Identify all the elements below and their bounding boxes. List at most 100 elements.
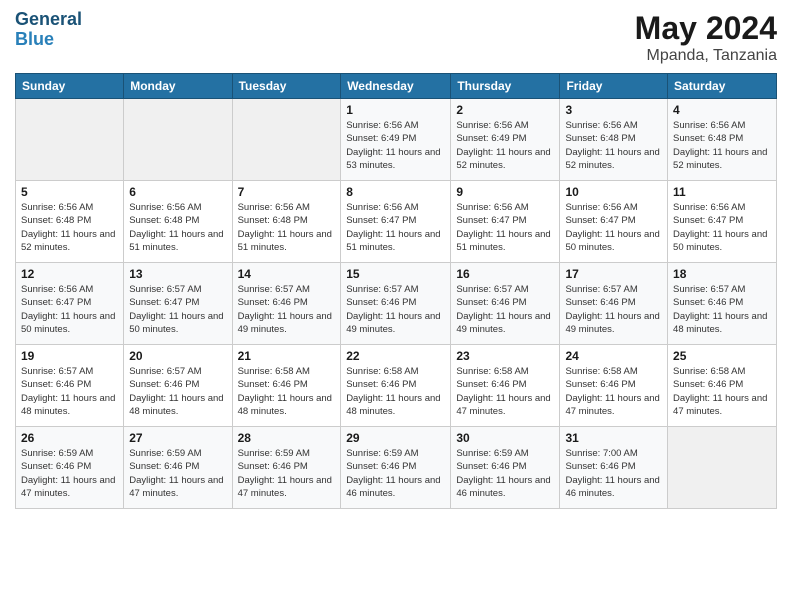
header-wednesday: Wednesday (341, 74, 451, 99)
calendar-cell (124, 99, 232, 181)
day-info: Sunrise: 6:57 AM Sunset: 6:46 PM Dayligh… (565, 283, 662, 336)
calendar-cell: 27 Sunrise: 6:59 AM Sunset: 6:46 PM Dayli… (124, 427, 232, 509)
calendar-table: Sunday Monday Tuesday Wednesday Thursday… (15, 73, 777, 509)
calendar-cell: 6 Sunrise: 6:56 AM Sunset: 6:48 PM Daylig… (124, 181, 232, 263)
day-number: 16 (456, 267, 554, 281)
week-row-1: 1 Sunrise: 6:56 AM Sunset: 6:49 PM Daylig… (16, 99, 777, 181)
day-info: Sunrise: 6:59 AM Sunset: 6:46 PM Dayligh… (129, 447, 226, 500)
calendar-cell (232, 99, 341, 181)
calendar-cell: 20Sunrise: 6:57 AM Sunset: 6:46 PM Dayli… (124, 345, 232, 427)
day-info: Sunrise: 6:57 AM Sunset: 6:46 PM Dayligh… (456, 283, 554, 336)
day-info: Sunrise: 6:59 AM Sunset: 6:46 PM Dayligh… (346, 447, 445, 500)
day-number: 4 (673, 103, 771, 117)
week-row-4: 19 Sunrise: 6:57 AM Sunset: 6:46 PM Dayli… (16, 345, 777, 427)
calendar-cell: 5 Sunrise: 6:56 AM Sunset: 6:48 PM Daylig… (16, 181, 124, 263)
day-info: Sunrise: 6:57 AM Sunset: 6:46 PM Dayligh… (673, 283, 771, 336)
calendar-cell: 25Sunrise: 6:58 AM Sunset: 6:46 PM Dayli… (668, 345, 777, 427)
calendar-cell: 22 Sunrise: 6:58 AM Sunset: 6:46 PM Dayli… (341, 345, 451, 427)
day-info: Sunrise: 6:56 AM Sunset: 6:48 PM Dayligh… (129, 201, 226, 254)
calendar-cell: 1 Sunrise: 6:56 AM Sunset: 6:49 PM Daylig… (341, 99, 451, 181)
day-number: 14 (238, 267, 336, 281)
day-number: 30 (456, 431, 554, 445)
day-number: 29 (346, 431, 445, 445)
day-number: 23 (456, 349, 554, 363)
day-info: Sunrise: 6:56 AM Sunset: 6:49 PM Dayligh… (456, 119, 554, 172)
calendar-cell: 26 Sunrise: 6:59 AM Sunset: 6:46 PM Dayli… (16, 427, 124, 509)
calendar-cell: 11 Sunrise: 6:56 AM Sunset: 6:47 PM Dayli… (668, 181, 777, 263)
calendar-cell: 7Sunrise: 6:56 AM Sunset: 6:48 PM Daylig… (232, 181, 341, 263)
day-number: 18 (673, 267, 771, 281)
calendar-cell: 24 Sunrise: 6:58 AM Sunset: 6:46 PM Dayli… (560, 345, 668, 427)
calendar-cell: 12 Sunrise: 6:56 AM Sunset: 6:47 PM Dayli… (16, 263, 124, 345)
day-number: 26 (21, 431, 118, 445)
day-number: 10 (565, 185, 662, 199)
calendar-cell (668, 427, 777, 509)
day-number: 5 (21, 185, 118, 199)
location: Mpanda, Tanzania (635, 47, 777, 65)
day-info: Sunrise: 6:58 AM Sunset: 6:46 PM Dayligh… (456, 365, 554, 418)
day-number: 27 (129, 431, 226, 445)
day-info: Sunrise: 6:57 AM Sunset: 6:46 PM Dayligh… (238, 283, 336, 336)
day-info: Sunrise: 6:58 AM Sunset: 6:46 PM Dayligh… (238, 365, 336, 418)
day-number: 21 (238, 349, 336, 363)
day-info: Sunrise: 6:57 AM Sunset: 6:47 PM Dayligh… (129, 283, 226, 336)
calendar-cell: 13 Sunrise: 6:57 AM Sunset: 6:47 PM Dayli… (124, 263, 232, 345)
day-info: Sunrise: 6:56 AM Sunset: 6:48 PM Dayligh… (21, 201, 118, 254)
calendar-cell: 31 Sunrise: 7:00 AM Sunset: 6:46 PM Dayli… (560, 427, 668, 509)
weekday-header-row: Sunday Monday Tuesday Wednesday Thursday… (16, 74, 777, 99)
month-year: May 2024 (635, 10, 777, 47)
day-info: Sunrise: 6:59 AM Sunset: 6:46 PM Dayligh… (238, 447, 336, 500)
calendar-cell: 16 Sunrise: 6:57 AM Sunset: 6:46 PM Dayli… (451, 263, 560, 345)
header-tuesday: Tuesday (232, 74, 341, 99)
calendar-cell (16, 99, 124, 181)
day-number: 31 (565, 431, 662, 445)
day-info: Sunrise: 6:56 AM Sunset: 6:47 PM Dayligh… (21, 283, 118, 336)
day-info: Sunrise: 6:56 AM Sunset: 6:47 PM Dayligh… (673, 201, 771, 254)
day-info: Sunrise: 6:56 AM Sunset: 6:49 PM Dayligh… (346, 119, 445, 172)
calendar-cell: 4 Sunrise: 6:56 AM Sunset: 6:48 PM Daylig… (668, 99, 777, 181)
day-info: Sunrise: 6:56 AM Sunset: 6:47 PM Dayligh… (346, 201, 445, 254)
calendar-cell: 9Sunrise: 6:56 AM Sunset: 6:47 PM Daylig… (451, 181, 560, 263)
day-info: Sunrise: 6:58 AM Sunset: 6:46 PM Dayligh… (673, 365, 771, 418)
day-number: 8 (346, 185, 445, 199)
day-number: 19 (21, 349, 118, 363)
calendar-cell: 2 Sunrise: 6:56 AM Sunset: 6:49 PM Daylig… (451, 99, 560, 181)
day-info: Sunrise: 6:56 AM Sunset: 6:47 PM Dayligh… (565, 201, 662, 254)
day-info: Sunrise: 6:56 AM Sunset: 6:48 PM Dayligh… (565, 119, 662, 172)
calendar-cell: 19 Sunrise: 6:57 AM Sunset: 6:46 PM Dayli… (16, 345, 124, 427)
day-number: 11 (673, 185, 771, 199)
day-number: 6 (129, 185, 226, 199)
calendar-cell: 30 Sunrise: 6:59 AM Sunset: 6:46 PM Dayli… (451, 427, 560, 509)
day-number: 1 (346, 103, 445, 117)
day-number: 13 (129, 267, 226, 281)
day-info: Sunrise: 6:56 AM Sunset: 6:48 PM Dayligh… (673, 119, 771, 172)
header-friday: Friday (560, 74, 668, 99)
day-number: 12 (21, 267, 118, 281)
calendar-cell: 14 Sunrise: 6:57 AM Sunset: 6:46 PM Dayli… (232, 263, 341, 345)
logo-text: GeneralBlue (15, 10, 82, 50)
day-info: Sunrise: 6:58 AM Sunset: 6:46 PM Dayligh… (565, 365, 662, 418)
calendar-cell: 8 Sunrise: 6:56 AM Sunset: 6:47 PM Daylig… (341, 181, 451, 263)
day-number: 7 (238, 185, 336, 199)
day-number: 24 (565, 349, 662, 363)
day-info: Sunrise: 6:59 AM Sunset: 6:46 PM Dayligh… (21, 447, 118, 500)
header-saturday: Saturday (668, 74, 777, 99)
day-number: 20 (129, 349, 226, 363)
day-number: 2 (456, 103, 554, 117)
logo: General Blue GeneralBlue (15, 10, 82, 50)
header: General Blue GeneralBlue May 2024 Mpanda… (15, 10, 777, 65)
day-info: Sunrise: 6:57 AM Sunset: 6:46 PM Dayligh… (21, 365, 118, 418)
week-row-5: 26 Sunrise: 6:59 AM Sunset: 6:46 PM Dayli… (16, 427, 777, 509)
day-info: Sunrise: 7:00 AM Sunset: 6:46 PM Dayligh… (565, 447, 662, 500)
calendar-cell: 15Sunrise: 6:57 AM Sunset: 6:46 PM Dayli… (341, 263, 451, 345)
day-info: Sunrise: 6:57 AM Sunset: 6:46 PM Dayligh… (346, 283, 445, 336)
header-thursday: Thursday (451, 74, 560, 99)
day-number: 9 (456, 185, 554, 199)
day-info: Sunrise: 6:58 AM Sunset: 6:46 PM Dayligh… (346, 365, 445, 418)
header-sunday: Sunday (16, 74, 124, 99)
day-info: Sunrise: 6:59 AM Sunset: 6:46 PM Dayligh… (456, 447, 554, 500)
calendar-cell: 17Sunrise: 6:57 AM Sunset: 6:46 PM Dayli… (560, 263, 668, 345)
calendar-cell: 3Sunrise: 6:56 AM Sunset: 6:48 PM Daylig… (560, 99, 668, 181)
page: General Blue GeneralBlue May 2024 Mpanda… (0, 0, 792, 612)
day-number: 22 (346, 349, 445, 363)
